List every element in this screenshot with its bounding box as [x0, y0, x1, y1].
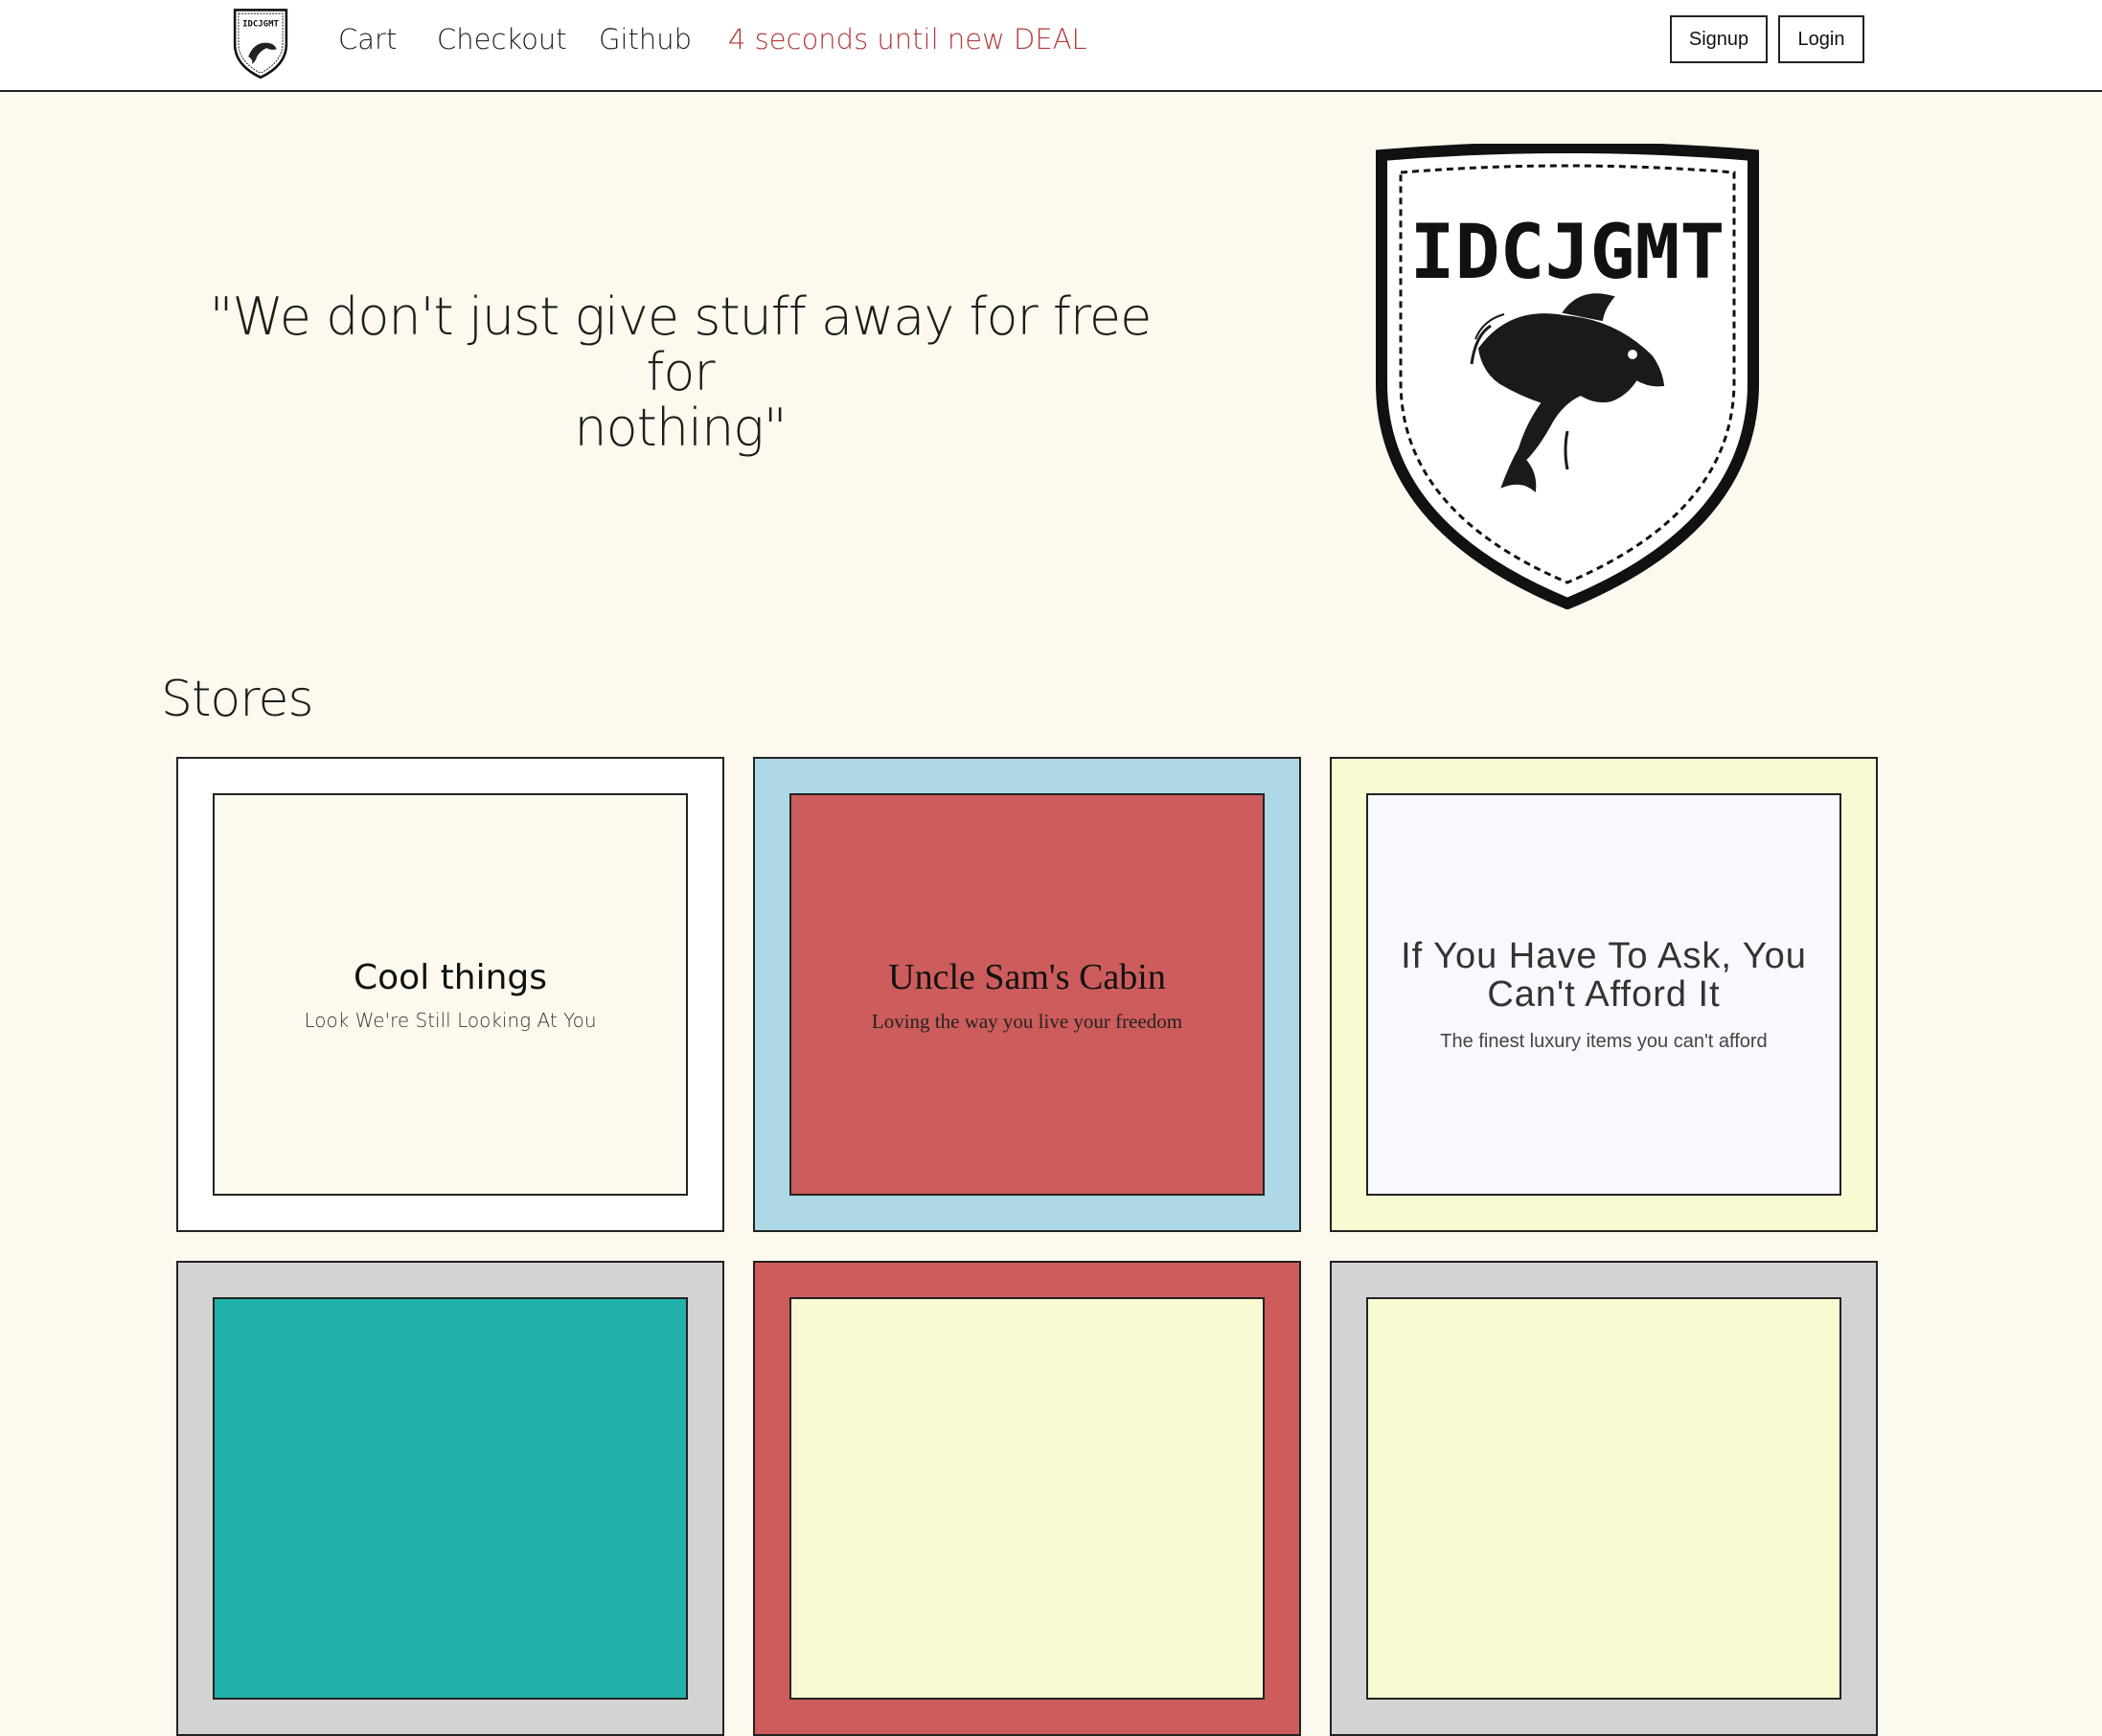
- store-card-inner: Uncle Sam's Cabin Loving the way you liv…: [789, 793, 1265, 1196]
- nav-link-github[interactable]: Github: [599, 19, 692, 59]
- store-card-inner: [789, 1297, 1265, 1700]
- signup-button[interactable]: Signup: [1670, 15, 1768, 63]
- store-card-inner: [1366, 1297, 1841, 1700]
- store-card-inner: If You Have To Ask, You Can't Afford It …: [1366, 793, 1841, 1196]
- store-card-5[interactable]: [753, 1261, 1301, 1736]
- hero-quote: "We don't just give stuff away for free …: [192, 289, 1169, 456]
- store-card-if-you-have-to-ask[interactable]: If You Have To Ask, You Can't Afford It …: [1330, 757, 1878, 1232]
- store-title: If You Have To Ask, You Can't Afford It: [1401, 935, 1807, 1015]
- nav-link-checkout[interactable]: Checkout: [437, 19, 567, 59]
- store-card-6[interactable]: [1330, 1261, 1878, 1736]
- store-subtitle: Look We're Still Looking At You: [304, 1008, 597, 1032]
- store-title: Cool things: [354, 957, 547, 997]
- login-button[interactable]: Login: [1778, 15, 1864, 63]
- store-card-cool-things[interactable]: Cool things Look We're Still Looking At …: [176, 757, 724, 1232]
- store-card-inner: [213, 1297, 688, 1700]
- store-title: Uncle Sam's Cabin: [888, 956, 1166, 997]
- store-card-inner: Cool things Look We're Still Looking At …: [213, 793, 688, 1196]
- brand-logo-icon[interactable]: IDCJGMT: [230, 6, 291, 80]
- navbar: IDCJGMT Cart Checkout Github 4 seconds u…: [0, 0, 2102, 92]
- hero-crest-logo-icon: IDCJGMT: [1376, 144, 1759, 609]
- deal-countdown: 4 seconds until new DEAL: [728, 23, 1087, 56]
- store-card-4[interactable]: [176, 1261, 724, 1736]
- hero-quote-line-2: nothing": [574, 398, 787, 458]
- store-card-uncle-sams-cabin[interactable]: Uncle Sam's Cabin Loving the way you liv…: [753, 757, 1301, 1232]
- hero-quote-line-1: "We don't just give stuff away for free …: [209, 286, 1153, 402]
- nav-link-cart[interactable]: Cart: [338, 19, 397, 59]
- store-subtitle: Loving the way you live your freedom: [871, 1009, 1183, 1033]
- store-subtitle: The finest luxury items you can't afford: [1440, 1030, 1768, 1052]
- stores-heading: Stores: [161, 671, 314, 728]
- hero-crest-text: IDCJGMT: [1410, 210, 1725, 296]
- brand-logo-text: IDCJGMT: [242, 20, 279, 30]
